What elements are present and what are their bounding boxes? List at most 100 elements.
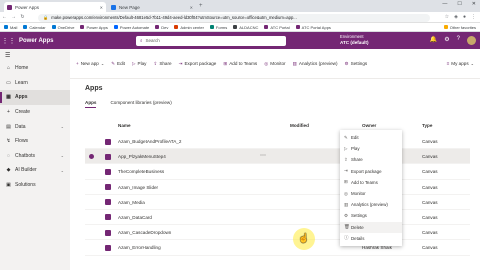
column-header-modified[interactable]: Modified [290,123,309,128]
menu-item-share[interactable]: ⇪ Share [340,154,402,165]
address-bar[interactable]: 🔒 make.powerapps.com/environments/Defaul… [38,13,430,22]
command-play-button[interactable]: ▷ Play [132,61,146,67]
forward-arrow-icon[interactable]: → [9,14,18,20]
table-row[interactable]: Azam_ErrorHandling Hashrak Shaik Canvas [85,240,470,256]
menu-item-play[interactable]: ▷ Play [340,143,402,154]
column-header-name[interactable]: Name [118,123,131,128]
table-row[interactable]: Azam_MediaHashrak ShaikCanvas [85,195,470,210]
command-analytics-preview-button[interactable]: ▥ Analytics (preview) [293,61,338,67]
command-share-button[interactable]: ⇪ Share [153,61,171,67]
command-export-package-button[interactable]: ⇥ Export package [179,61,217,67]
star-icon[interactable]: ☆ [445,14,449,20]
new-tab-plus-icon[interactable]: + [199,3,203,9]
bookmark-link[interactable]: Mail [4,25,17,30]
bookmark-link[interactable]: Admin center [174,25,204,30]
bookmark-link[interactable]: Power Automate [113,25,149,30]
more-options-icon[interactable]: ⋯ [260,152,266,159]
app-name-link[interactable]: Azam_CascadeDropdown [118,230,171,235]
command-monitor-button[interactable]: ◎ Monitor [264,61,285,67]
app-name-link[interactable]: Azam_Image Slider [118,185,158,190]
row-select-radio[interactable] [89,154,94,160]
command-new-app-button[interactable]: + New app ⌄ [76,61,104,66]
reload-icon[interactable]: ↻ [18,14,27,20]
menu-item-monitor[interactable]: ◎ Monitor [340,188,402,199]
sidebar-item-learn[interactable]: ▭ Learn [0,76,70,91]
row-select-radio[interactable] [89,245,94,250]
command-settings-button[interactable]: ⚙ Settings [344,61,367,67]
row-select-radio[interactable] [89,200,94,205]
help-icon[interactable]: ? [457,36,460,45]
tab-apps[interactable]: Apps [85,100,97,108]
column-header-owner[interactable]: Owner [362,123,376,128]
column-header-type[interactable]: Type [422,123,432,128]
table-row[interactable]: Azam_CascadeDropdownHashrak ShaikCanvas [85,225,470,241]
row-select-radio[interactable] [89,230,94,235]
close-icon[interactable]: ✕ [190,5,193,10]
sidebar-item-chatbots[interactable]: ◌ Chatbots ⌄ [0,149,70,164]
table-row[interactable]: TheCompleteBusinessHashrak ShaikCanvas [85,164,470,180]
hamburger-menu-icon[interactable]: ☰ [0,49,70,61]
bookmark-link[interactable]: Dev [155,25,168,30]
sidebar-item-home[interactable]: ⌂ Home [0,61,70,76]
bookmark-link[interactable]: ATC Portal Apps [295,25,331,30]
bookmark-link[interactable]: Power Apps [80,25,108,30]
menu-item-analytics[interactable]: ▥ Analytics (preview) [340,199,402,210]
command-edit-button[interactable]: ✎ Edit [111,61,125,67]
bookmark-link[interactable]: Forms [209,25,227,30]
command-icon: ✎ [111,60,116,66]
menu-item-settings[interactable]: ⚙ Settings [340,210,402,221]
tab-component-libraries[interactable]: Component libraries (preview) [110,100,171,108]
app-launcher-waffle-icon[interactable]: ⋮⋮ [0,32,17,49]
row-select-radio[interactable] [89,215,94,220]
sidebar-item-flows[interactable]: ↯ Flows [0,134,70,149]
gear-icon[interactable]: ⚙ [444,36,449,45]
menu-item-details[interactable]: ⓘ Details [340,233,402,244]
command-label: Monitor [270,61,286,66]
bookmark-link[interactable]: OneDrive [51,25,74,30]
search-input[interactable]: ⌕ Search [136,35,286,46]
avatar[interactable] [467,36,476,45]
menu-item-edit[interactable]: ✎ Edit [340,132,402,143]
extension-icon[interactable]: ◈ [454,14,458,20]
row-select-radio[interactable] [89,139,94,144]
minimize-icon[interactable]: — [442,1,447,7]
menu-item-delete[interactable]: 🗑 Delete [340,221,402,233]
command-add-to-teams-button[interactable]: ⊞ Add to Teams [223,61,257,67]
window-close-icon[interactable]: ✕ [472,1,476,7]
environment-picker[interactable]: Environment ATC (default) [340,34,369,46]
row-select-radio[interactable] [89,185,94,190]
sidebar-item-create[interactable]: + Create [0,105,70,120]
close-icon[interactable]: ✕ [100,5,103,10]
back-arrow-icon[interactable]: ← [0,14,9,20]
table-row[interactable]: App_PlzyakMenuStep4⋯Hashrak ShaikCanvas [85,149,470,165]
app-name-link[interactable]: Azam_BudgetAndProfileATA_2 [118,139,181,144]
sidebar-item-solutions[interactable]: ▣ Solutions [0,178,70,193]
profile-icon[interactable]: ● [463,14,466,20]
bookmark-link[interactable]: ATC Portal [264,25,290,30]
bell-icon[interactable]: 🔔 [430,36,437,45]
table-row[interactable]: Azam_BudgetAndProfileATA_2Hashrak ShaikC… [85,134,470,150]
sidebar-item-data[interactable]: ▤ Data ⌄ [0,119,70,134]
browser-tab-new-page[interactable]: New Page ✕ [108,2,196,12]
browser-tab-power-apps[interactable]: Power Apps ✕ [4,2,106,12]
sidebar-item-ai-builder[interactable]: ◆ AI Builder ⌄ [0,163,70,178]
row-select-radio[interactable] [89,169,94,174]
browser-menu-icon[interactable]: ⋮ [471,14,476,20]
app-name-link[interactable]: Azam_DataCard [118,215,152,220]
app-name-link[interactable]: App_PlzyakMenuStep4 [118,154,166,159]
app-name-link[interactable]: Azam_Media [118,200,145,205]
app-name-link[interactable]: Azam_ErrorHandling [118,245,161,250]
table-row[interactable]: Azam_Image SliderHashrak ShaikCanvas [85,180,470,195]
brand-title[interactable]: Power Apps [19,38,53,44]
sidebar-item-apps[interactable]: ▦ Apps [0,90,70,105]
menu-item-export-package[interactable]: ⇥ Export package [340,166,402,177]
other-favorites-link[interactable]: Other favorites [443,25,476,30]
table-row[interactable]: Azam_DataCardHashrak ShaikCanvas [85,210,470,226]
bookmark-link[interactable]: Calendar [23,25,46,30]
my-apps-filter[interactable]: ≡ My apps ⌄ [447,61,474,66]
bookmark-favicon-icon [295,25,300,29]
bookmark-link[interactable]: ALDACNC [233,25,258,30]
app-name-link[interactable]: TheCompleteBusiness [118,169,164,174]
menu-item-add-to-teams[interactable]: ⊞ Add to Teams [340,177,402,188]
maximize-icon[interactable]: ☐ [457,1,461,7]
